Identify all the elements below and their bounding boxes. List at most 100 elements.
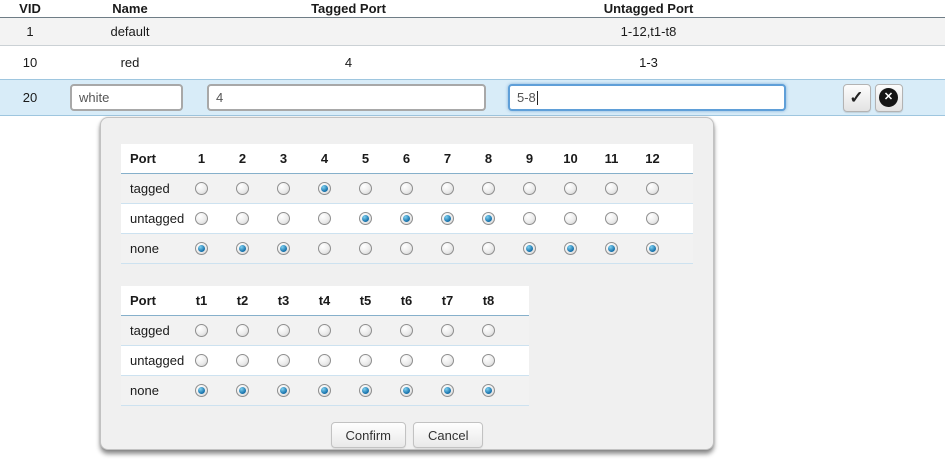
radio-tagged-port-3[interactable] [277,182,290,195]
radio-cell [427,384,468,397]
radio-none-port-6[interactable] [400,242,413,255]
radio-untagged-port-8[interactable] [482,212,495,225]
radio-none-port-t1[interactable] [195,384,208,397]
radio-none-port-t6[interactable] [400,384,413,397]
radio-cell [550,242,591,255]
radio-none-port-8[interactable] [482,242,495,255]
radio-untagged-port-6[interactable] [400,212,413,225]
radio-untagged-port-9[interactable] [523,212,536,225]
radio-untagged-port-t4[interactable] [318,354,331,367]
radio-untagged-port-t8[interactable] [482,354,495,367]
tagged-port-input[interactable] [207,84,486,111]
radio-cell [222,182,263,195]
radio-none-port-t2[interactable] [236,384,249,397]
radio-untagged-port-1[interactable] [195,212,208,225]
radio-tagged-port-10[interactable] [564,182,577,195]
vlan-row-red[interactable]: 10 red 4 1-3 [0,46,945,79]
radio-none-port-10[interactable] [564,242,577,255]
vlan-row-default[interactable]: 1 default 1-12,t1-t8 [0,18,945,46]
port-column-header-t1: t1 [181,293,222,308]
radio-cell [345,212,386,225]
radio-untagged-port-t1[interactable] [195,354,208,367]
cancel-button[interactable]: Cancel [413,422,483,448]
radio-none-port-t7[interactable] [441,384,454,397]
radio-cell [591,182,632,195]
radio-none-port-2[interactable] [236,242,249,255]
radio-untagged-port-t3[interactable] [277,354,290,367]
radio-cell [222,384,263,397]
radio-untagged-port-2[interactable] [236,212,249,225]
radio-none-port-7[interactable] [441,242,454,255]
radio-tagged-port-t7[interactable] [441,324,454,337]
confirm-button[interactable]: Confirm [331,422,407,448]
radio-none-port-t3[interactable] [277,384,290,397]
radio-untagged-port-t6[interactable] [400,354,413,367]
radio-none-port-3[interactable] [277,242,290,255]
port-mode-row-none: none [121,234,693,264]
mode-label-none: none [121,383,181,398]
radio-cell [222,212,263,225]
radio-none-port-9[interactable] [523,242,536,255]
radio-tagged-port-t8[interactable] [482,324,495,337]
radio-none-port-1[interactable] [195,242,208,255]
radio-cell [427,182,468,195]
radio-tagged-port-t2[interactable] [236,324,249,337]
port-header-label: Port [121,293,181,308]
port-column-header-12: 12 [632,151,673,166]
radio-untagged-port-10[interactable] [564,212,577,225]
port-table-header-row: Portt1t2t3t4t5t6t7t8 [121,286,529,316]
radio-cell [468,242,509,255]
radio-cell [345,354,386,367]
radio-tagged-port-9[interactable] [523,182,536,195]
tagged-port-cell: 4 [200,46,497,79]
radio-tagged-port-t3[interactable] [277,324,290,337]
radio-tagged-port-t4[interactable] [318,324,331,337]
radio-tagged-port-4[interactable] [318,182,331,195]
radio-tagged-port-1[interactable] [195,182,208,195]
radio-untagged-port-t2[interactable] [236,354,249,367]
radio-tagged-port-t5[interactable] [359,324,372,337]
radio-none-port-t5[interactable] [359,384,372,397]
port-table-physical: Port123456789101112taggeduntaggednone [121,144,693,264]
radio-cell [632,182,673,195]
radio-untagged-port-t7[interactable] [441,354,454,367]
port-mode-row-none: none [121,376,529,406]
radio-none-port-12[interactable] [646,242,659,255]
radio-tagged-port-7[interactable] [441,182,454,195]
radio-none-port-11[interactable] [605,242,618,255]
radio-none-port-5[interactable] [359,242,372,255]
radio-untagged-port-12[interactable] [646,212,659,225]
untagged-port-input[interactable]: 5-8 [508,84,786,111]
radio-untagged-port-3[interactable] [277,212,290,225]
radio-cell [222,354,263,367]
radio-tagged-port-5[interactable] [359,182,372,195]
radio-none-port-4[interactable] [318,242,331,255]
radio-cell [304,384,345,397]
radio-tagged-port-8[interactable] [482,182,495,195]
vlan-name-input[interactable] [70,84,183,111]
radio-cell [509,242,550,255]
radio-tagged-port-12[interactable] [646,182,659,195]
radio-cell [181,182,222,195]
radio-untagged-port-t5[interactable] [359,354,372,367]
radio-untagged-port-7[interactable] [441,212,454,225]
radio-cell [263,242,304,255]
radio-tagged-port-2[interactable] [236,182,249,195]
radio-tagged-port-6[interactable] [400,182,413,195]
vlan-table-header: VID Name Tagged Port Untagged Port [0,0,945,18]
radio-cell [509,212,550,225]
radio-untagged-port-5[interactable] [359,212,372,225]
radio-untagged-port-11[interactable] [605,212,618,225]
discard-button[interactable]: ✕ [875,84,903,112]
column-header-vid: VID [0,0,60,17]
radio-tagged-port-11[interactable] [605,182,618,195]
port-column-header-2: 2 [222,151,263,166]
apply-button[interactable]: ✓ [843,84,871,112]
radio-none-port-t4[interactable] [318,384,331,397]
radio-untagged-port-4[interactable] [318,212,331,225]
radio-none-port-t8[interactable] [482,384,495,397]
radio-tagged-port-t6[interactable] [400,324,413,337]
radio-cell [386,384,427,397]
radio-tagged-port-t1[interactable] [195,324,208,337]
vid-cell: 20 [0,80,60,115]
